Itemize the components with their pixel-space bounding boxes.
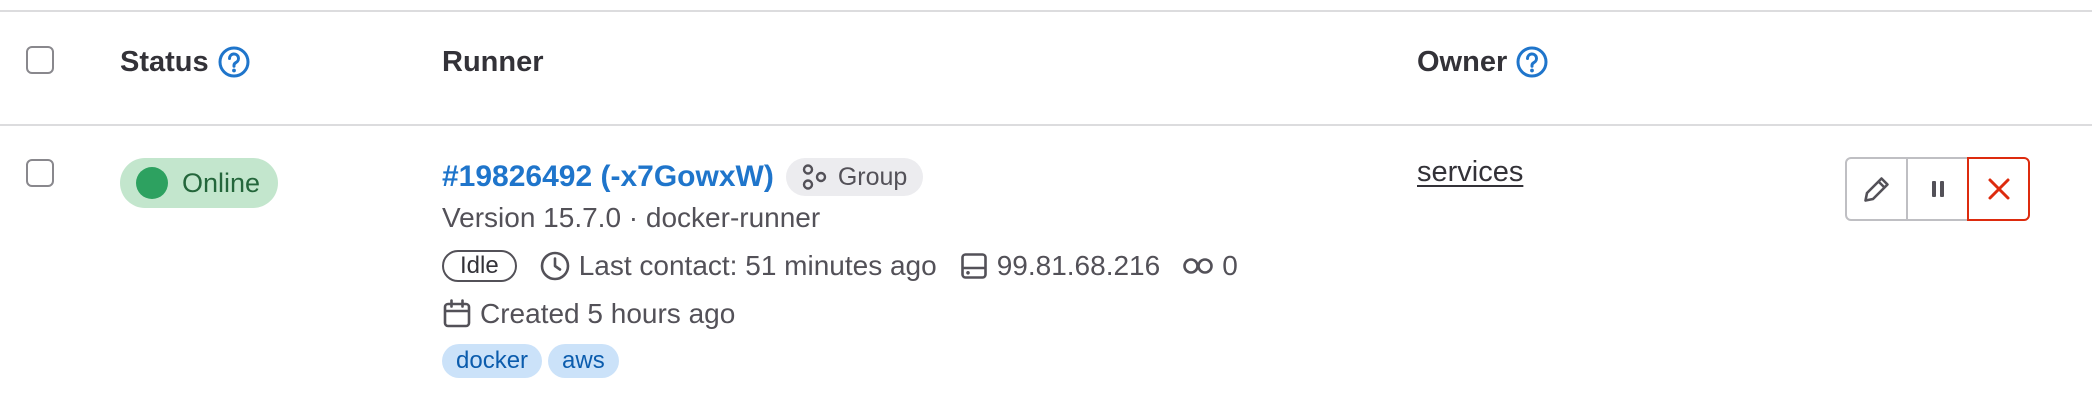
header-runner: Runner — [442, 44, 544, 80]
runner-title: #19826492 (-x7GowxW) Group — [442, 158, 924, 196]
ip-address-text: 99.81.68.216 — [996, 250, 1161, 281]
clock-icon — [540, 251, 570, 281]
header-divider — [0, 124, 2092, 126]
calendar-icon — [443, 299, 471, 328]
close-icon — [1988, 178, 2009, 200]
online-status-dot-icon — [136, 167, 168, 199]
select-all-checkbox[interactable] — [26, 46, 54, 74]
group-icon — [802, 164, 827, 190]
tag-list: docker aws — [442, 344, 625, 378]
status-badge: Online — [120, 158, 279, 208]
edit-button[interactable] — [1845, 157, 1908, 221]
delete-button[interactable] — [1967, 157, 2030, 221]
last-contact: Last contact: 51 minutes ago — [539, 248, 937, 284]
row-select-checkbox[interactable] — [26, 159, 54, 187]
owner-link[interactable]: services — [1417, 156, 1523, 189]
created-text: Created 5 hours ago — [480, 298, 736, 329]
tag-badge: docker — [442, 344, 543, 378]
header-status: Status — [120, 44, 251, 80]
runner-version-text: Version 15.7.0 · docker-runner — [442, 202, 821, 233]
runner-meta-row: Idle Last contact: 51 minutes ago 99.81.… — [442, 248, 1238, 284]
question-circle-icon[interactable] — [217, 45, 251, 79]
ip-address: 99.81.68.216 — [959, 248, 1161, 284]
runner-type-label: Group — [837, 162, 908, 191]
disk-icon — [960, 253, 987, 279]
created-row: Created 5 hours ago — [442, 296, 735, 332]
header-status-label: Status — [120, 46, 209, 78]
pencil-icon — [1863, 177, 1889, 202]
row-actions — [1845, 157, 2030, 221]
header-owner-label: Owner — [1417, 46, 1508, 78]
top-divider — [0, 10, 2092, 12]
pause-button[interactable] — [1906, 157, 1969, 221]
pipeline-icon — [1183, 258, 1214, 274]
jobs-count: 0 — [1182, 248, 1238, 284]
last-contact-text: Last contact: 51 minutes ago — [578, 250, 937, 281]
runner-id-link[interactable]: #19826492 (-x7GowxW) — [442, 159, 774, 195]
question-circle-icon[interactable] — [1515, 45, 1549, 79]
jobs-count-text: 0 — [1222, 250, 1238, 281]
job-status-badge: Idle — [442, 250, 517, 282]
runners-table: Status Runner Owner Online #19826492 (-x… — [0, 0, 2092, 410]
runner-version: Version 15.7.0 · docker-runner — [442, 200, 820, 236]
header-runner-label: Runner — [442, 46, 544, 78]
header-owner: Owner — [1417, 44, 1549, 80]
status-label: Online — [182, 167, 261, 198]
tag-badge: aws — [548, 344, 619, 378]
pause-icon — [1931, 181, 1944, 197]
runner-type-badge: Group — [785, 158, 924, 196]
